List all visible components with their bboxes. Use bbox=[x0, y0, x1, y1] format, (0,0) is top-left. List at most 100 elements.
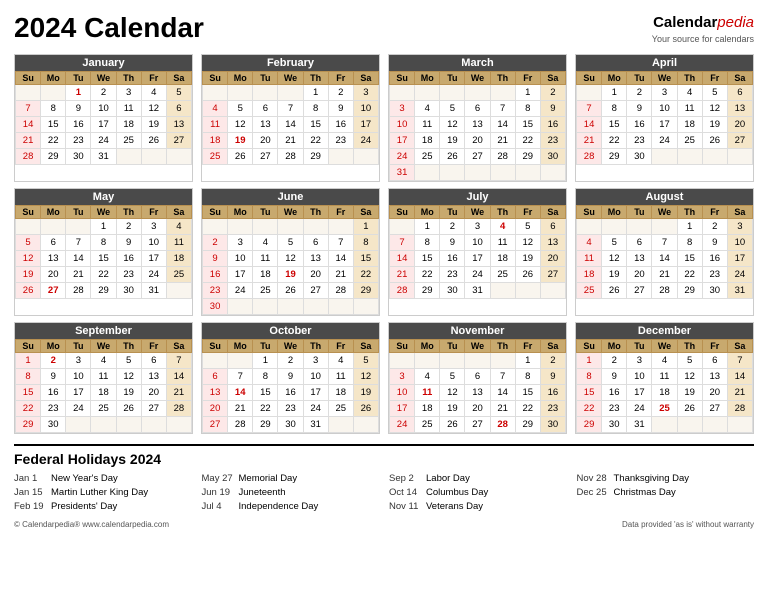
day-cell: 16 bbox=[627, 116, 652, 132]
day-cell: 13 bbox=[141, 368, 166, 384]
day-cell: 8 bbox=[303, 100, 328, 116]
month-block-december: DecemberSuMoTuWeThFrSa123456789101112131… bbox=[575, 322, 754, 434]
day-cell: 4 bbox=[652, 352, 677, 368]
day-cell bbox=[652, 148, 677, 164]
day-cell: 28 bbox=[727, 400, 752, 416]
day-cell: 1 bbox=[303, 84, 328, 100]
day-cell: 24 bbox=[390, 148, 415, 164]
col-header-su: Su bbox=[16, 205, 41, 218]
col-header-mo: Mo bbox=[602, 205, 627, 218]
col-header-tu: Tu bbox=[66, 205, 91, 218]
day-cell bbox=[440, 84, 465, 100]
holiday-column-3: Sep 2Labor DayOct 14Columbus DayNov 11Ve… bbox=[389, 472, 567, 515]
col-header-su: Su bbox=[390, 71, 415, 84]
day-cell: 26 bbox=[677, 400, 702, 416]
col-header-tu: Tu bbox=[440, 339, 465, 352]
day-cell: 20 bbox=[702, 384, 727, 400]
day-cell: 4 bbox=[203, 100, 228, 116]
day-cell: 20 bbox=[627, 266, 652, 282]
month-title-march: March bbox=[389, 55, 566, 71]
day-cell: 24 bbox=[353, 132, 378, 148]
day-cell: 10 bbox=[66, 368, 91, 384]
day-cell: 7 bbox=[228, 368, 253, 384]
day-cell bbox=[116, 416, 141, 432]
month-title-november: November bbox=[389, 323, 566, 339]
day-cell: 3 bbox=[465, 218, 490, 234]
day-cell: 22 bbox=[41, 132, 66, 148]
holiday-row: Jul 4Independence Day bbox=[202, 500, 380, 514]
col-header-we: We bbox=[91, 71, 116, 84]
day-cell: 8 bbox=[91, 234, 116, 250]
holiday-row: Dec 25Christmas Day bbox=[577, 486, 755, 500]
day-cell: 15 bbox=[41, 116, 66, 132]
day-cell: 19 bbox=[602, 266, 627, 282]
day-cell: 21 bbox=[652, 266, 677, 282]
day-cell: 23 bbox=[540, 400, 565, 416]
col-header-mo: Mo bbox=[602, 71, 627, 84]
month-title-february: February bbox=[202, 55, 379, 71]
month-table-may: SuMoTuWeThFrSa12345678910111213141516171… bbox=[15, 205, 192, 299]
day-cell: 16 bbox=[702, 250, 727, 266]
day-cell: 3 bbox=[727, 218, 752, 234]
day-cell bbox=[278, 218, 303, 234]
col-header-th: Th bbox=[490, 71, 515, 84]
day-cell: 8 bbox=[515, 368, 540, 384]
day-cell: 28 bbox=[278, 148, 303, 164]
day-cell: 7 bbox=[390, 234, 415, 250]
day-cell: 26 bbox=[515, 266, 540, 282]
col-header-sa: Sa bbox=[353, 339, 378, 352]
day-cell: 15 bbox=[415, 250, 440, 266]
month-table-november: SuMoTuWeThFrSa12345678910111213141516171… bbox=[389, 339, 566, 433]
col-header-th: Th bbox=[116, 205, 141, 218]
day-cell: 11 bbox=[166, 234, 191, 250]
month-table-december: SuMoTuWeThFrSa12345678910111213141516171… bbox=[576, 339, 753, 433]
day-cell: 4 bbox=[328, 352, 353, 368]
day-cell bbox=[577, 84, 602, 100]
day-cell: 16 bbox=[602, 384, 627, 400]
col-header-th: Th bbox=[677, 71, 702, 84]
day-cell: 6 bbox=[540, 218, 565, 234]
day-cell: 22 bbox=[16, 400, 41, 416]
day-cell bbox=[141, 148, 166, 164]
day-cell: 28 bbox=[228, 416, 253, 432]
col-header-tu: Tu bbox=[66, 71, 91, 84]
day-cell bbox=[465, 84, 490, 100]
col-header-tu: Tu bbox=[627, 339, 652, 352]
day-cell: 15 bbox=[303, 116, 328, 132]
day-cell: 15 bbox=[16, 384, 41, 400]
day-cell: 13 bbox=[540, 234, 565, 250]
holiday-date: Nov 28 bbox=[577, 472, 609, 486]
day-cell: 11 bbox=[490, 234, 515, 250]
col-header-th: Th bbox=[116, 339, 141, 352]
day-cell: 21 bbox=[390, 266, 415, 282]
holiday-name: Veterans Day bbox=[426, 500, 483, 514]
day-cell bbox=[490, 352, 515, 368]
day-cell: 13 bbox=[465, 116, 490, 132]
day-cell: 2 bbox=[627, 84, 652, 100]
day-cell: 10 bbox=[652, 100, 677, 116]
month-table-june: SuMoTuWeThFrSa12345678910111213141516171… bbox=[202, 205, 379, 315]
day-cell: 6 bbox=[727, 84, 752, 100]
col-header-su: Su bbox=[203, 205, 228, 218]
day-cell: 17 bbox=[627, 384, 652, 400]
day-cell bbox=[278, 84, 303, 100]
day-cell: 3 bbox=[116, 84, 141, 100]
day-cell bbox=[228, 218, 253, 234]
day-cell: 7 bbox=[652, 234, 677, 250]
day-cell: 10 bbox=[627, 368, 652, 384]
holiday-row: Jun 19Juneteenth bbox=[202, 486, 380, 500]
day-cell: 12 bbox=[440, 384, 465, 400]
day-cell: 1 bbox=[602, 84, 627, 100]
day-cell: 5 bbox=[602, 234, 627, 250]
col-header-th: Th bbox=[677, 339, 702, 352]
day-cell: 27 bbox=[303, 282, 328, 298]
day-cell: 7 bbox=[66, 234, 91, 250]
day-cell: 12 bbox=[278, 250, 303, 266]
day-cell: 6 bbox=[627, 234, 652, 250]
day-cell: 24 bbox=[141, 266, 166, 282]
day-cell: 21 bbox=[166, 384, 191, 400]
day-cell: 4 bbox=[677, 84, 702, 100]
day-cell: 4 bbox=[415, 100, 440, 116]
day-cell: 10 bbox=[465, 234, 490, 250]
day-cell: 15 bbox=[353, 250, 378, 266]
